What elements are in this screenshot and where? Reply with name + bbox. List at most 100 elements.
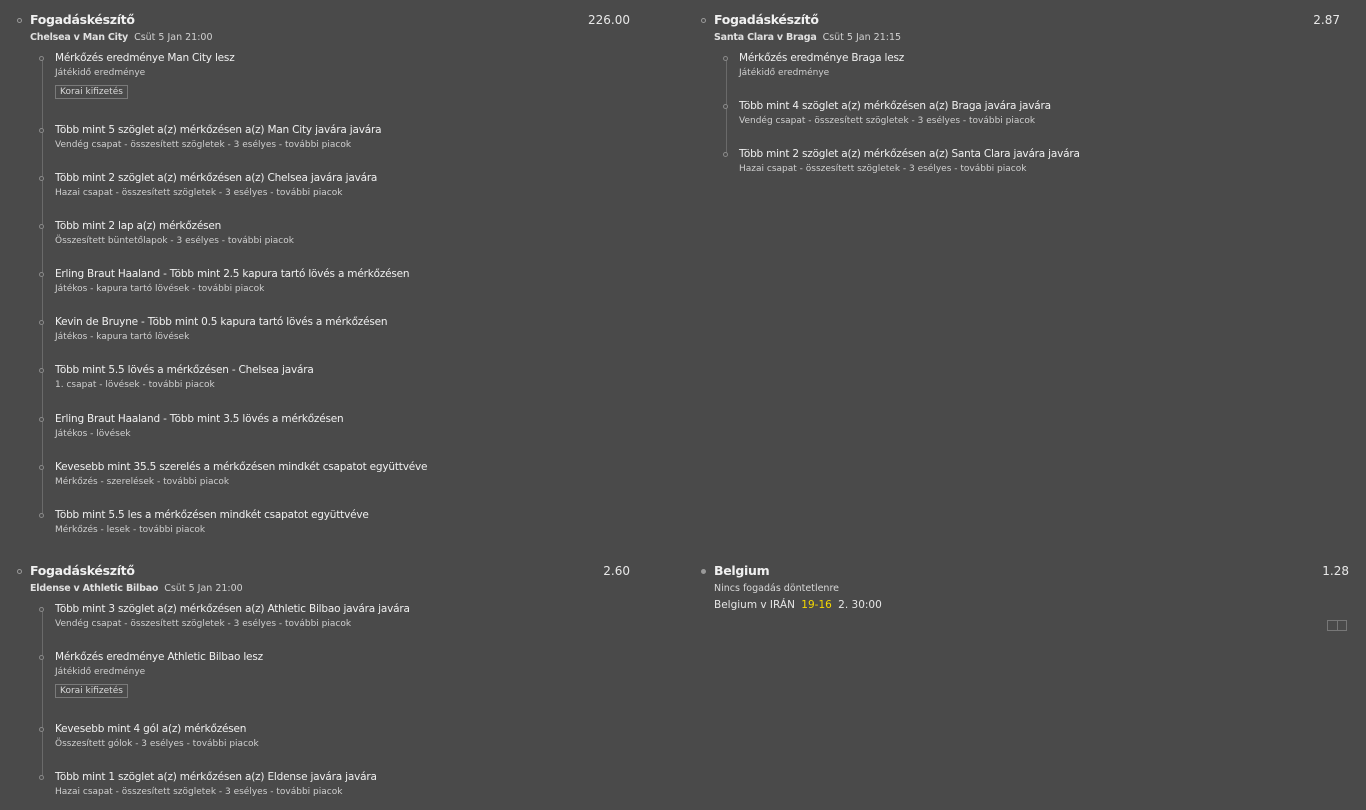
leg-item: Erling Braut Haaland - Több mint 3.5 löv… xyxy=(39,413,344,439)
leg-dot-icon xyxy=(39,775,44,780)
leg-dot-icon xyxy=(39,56,44,61)
leg-dot-icon xyxy=(723,152,728,157)
leg-market: Vendég csapat - összesített szögletek - … xyxy=(739,116,1036,126)
bet-card-1[interactable]: Fogadáskészítő 226.00 Chelsea v Man City… xyxy=(17,12,630,540)
leg-market: Játékidő eredménye xyxy=(55,667,146,677)
leg-item: Több mint 3 szöglet a(z) mérkőzésen a(z)… xyxy=(39,603,410,629)
leg-market: 1. csapat - lövések - további piacok xyxy=(55,380,215,390)
match-time: Csüt 5 Jan 21:00 xyxy=(134,32,213,43)
leg-market: Hazai csapat - összesített szögletek - 3… xyxy=(55,787,343,797)
leg-dot-icon xyxy=(39,272,44,277)
card-status-dot xyxy=(17,18,22,23)
leg-market: Játékos - lövések xyxy=(55,429,131,439)
leg-item: Több mint 5.5 les a mérkőzésen mindkét c… xyxy=(39,509,369,535)
leg-market: Hazai csapat - összesített szögletek - 3… xyxy=(55,188,343,198)
card-status-dot xyxy=(701,18,706,23)
leg-name: Több mint 5.5 les a mérkőzésen mindkét c… xyxy=(55,509,369,521)
leg-market: Vendég csapat - összesített szögletek - … xyxy=(55,619,352,629)
leg-market: Összesített büntetőlapok - 3 esélyes - t… xyxy=(55,236,294,246)
leg-dot-icon xyxy=(39,465,44,470)
leg-name: Több mint 2 szöglet a(z) mérkőzésen a(z)… xyxy=(739,148,1080,160)
leg-name: Mérkőzés eredménye Man City lesz xyxy=(55,52,235,64)
card-odds: 226.00 xyxy=(588,13,630,27)
leg-name: Kevin de Bruyne - Több mint 0.5 kapura t… xyxy=(55,316,388,328)
leg-dot-icon xyxy=(39,368,44,373)
leg-dot-icon xyxy=(39,320,44,325)
leg-item: Kevin de Bruyne - Több mint 0.5 kapura t… xyxy=(39,316,388,342)
match-period: 2. 30:00 xyxy=(838,599,882,611)
match-name: Chelsea v Man City xyxy=(30,32,129,43)
match-time: Csüt 5 Jan 21:00 xyxy=(164,583,243,594)
match-time: Csüt 5 Jan 21:15 xyxy=(822,32,902,43)
leg-market: Játékidő eredménye xyxy=(739,68,830,78)
bet-card-4[interactable]: Belgium 1.28 Nincs fogadás döntetlenre B… xyxy=(701,563,1349,638)
leg-market: Játékidő eredménye xyxy=(55,68,146,78)
timeline-line xyxy=(42,58,43,516)
match-name: Belgium v IRÁN xyxy=(714,599,795,611)
leg-name: Több mint 1 szöglet a(z) mérkőzésen a(z)… xyxy=(55,771,377,783)
match-info: Santa Clara v Braga Csüt 5 Jan 21:15 xyxy=(714,32,901,43)
leg-name: Több mint 4 szöglet a(z) mérkőzésen a(z)… xyxy=(739,100,1051,112)
leg-name: Kevesebb mint 4 gól a(z) mérkőzésen xyxy=(55,723,247,735)
leg-market: Mérkőzés - szerelések - további piacok xyxy=(55,477,230,487)
card-title: Belgium xyxy=(714,563,770,578)
leg-item: Több mint 5.5 lövés a mérkőzésen - Chels… xyxy=(39,364,314,390)
leg-name: Több mint 3 szöglet a(z) mérkőzésen a(z)… xyxy=(55,603,410,615)
leg-name: Több mint 2 szöglet a(z) mérkőzésen a(z)… xyxy=(55,172,378,184)
leg-market: Játékos - kapura tartó lövések - további… xyxy=(55,284,265,294)
leg-name: Több mint 5.5 lövés a mérkőzésen - Chels… xyxy=(55,364,314,376)
leg-name: Mérkőzés eredménye Braga lesz xyxy=(739,52,905,64)
card-title: Fogadáskészítő xyxy=(714,12,819,27)
leg-market: Hazai csapat - összesített szögletek - 3… xyxy=(739,164,1027,174)
match-info: Eldense v Athletic Bilbao Csüt 5 Jan 21:0… xyxy=(30,583,243,594)
leg-market: Mérkőzés - lesek - további piacok xyxy=(55,525,206,535)
leg-item: Több mint 5 szöglet a(z) mérkőzésen a(z)… xyxy=(39,124,382,150)
card-odds: 1.28 xyxy=(1322,564,1349,578)
leg-name: Erling Braut Haaland - Több mint 3.5 löv… xyxy=(55,413,344,425)
leg-item: Kevesebb mint 35.5 szerelés a mérkőzésen… xyxy=(39,461,428,487)
bet-card-3[interactable]: Fogadáskészítő 2.60 Eldense v Athletic B… xyxy=(17,563,630,803)
leg-name: Több mint 5 szöglet a(z) mérkőzésen a(z)… xyxy=(55,124,382,136)
leg-item: Mérkőzés eredménye Athletic Bilbao lesz … xyxy=(39,651,263,698)
leg-market: Összesített gólok - 3 esélyes - további … xyxy=(55,739,259,749)
match-name: Eldense v Athletic Bilbao xyxy=(30,583,159,594)
leg-item: Több mint 2 szöglet a(z) mérkőzésen a(z)… xyxy=(39,172,378,198)
leg-dot-icon xyxy=(39,655,44,660)
leg-item: Mérkőzés eredménye Man City lesz Játékid… xyxy=(39,52,235,99)
leg-dot-icon xyxy=(39,417,44,422)
leg-dot-icon xyxy=(39,513,44,518)
match-tracker-icon[interactable] xyxy=(1327,620,1347,631)
leg-item: Kevesebb mint 4 gól a(z) mérkőzésen Össz… xyxy=(39,723,259,749)
leg-dot-icon xyxy=(39,128,44,133)
leg-dot-icon xyxy=(39,727,44,732)
card-odds: 2.87 xyxy=(1313,13,1340,27)
leg-item: Több mint 2 szöglet a(z) mérkőzésen a(z)… xyxy=(723,148,1080,174)
leg-dot-icon xyxy=(723,104,728,109)
card-title: Fogadáskészítő xyxy=(30,12,135,27)
leg-dot-icon xyxy=(39,176,44,181)
leg-item: Erling Braut Haaland - Több mint 2.5 kap… xyxy=(39,268,410,294)
leg-dot-icon xyxy=(723,56,728,61)
leg-market: Vendég csapat - összesített szögletek - … xyxy=(55,140,352,150)
early-payout-badge: Korai kifizetés xyxy=(55,684,128,698)
leg-item: Mérkőzés eredménye Braga lesz Játékidő e… xyxy=(723,52,905,78)
leg-market: Játékos - kapura tartó lövések xyxy=(55,332,190,342)
leg-dot-icon xyxy=(39,224,44,229)
leg-name: Kevesebb mint 35.5 szerelés a mérkőzésen… xyxy=(55,461,428,473)
match-name: Santa Clara v Braga xyxy=(714,32,817,43)
timeline-line xyxy=(42,607,43,779)
early-payout-badge: Korai kifizetés xyxy=(55,85,128,99)
live-score-line: Belgium v IRÁN 19-16 2. 30:00 xyxy=(714,599,882,611)
leg-item: Több mint 1 szöglet a(z) mérkőzésen a(z)… xyxy=(39,771,377,797)
leg-name: Mérkőzés eredménye Athletic Bilbao lesz xyxy=(55,651,263,663)
leg-name: Erling Braut Haaland - Több mint 2.5 kap… xyxy=(55,268,410,280)
card-status-dot xyxy=(17,569,22,574)
live-status-dot xyxy=(701,569,706,574)
live-score: 19-16 xyxy=(801,599,832,611)
card-odds: 2.60 xyxy=(603,564,630,578)
leg-name: Több mint 2 lap a(z) mérkőzésen xyxy=(55,220,222,232)
leg-dot-icon xyxy=(39,607,44,612)
leg-item: Több mint 4 szöglet a(z) mérkőzésen a(z)… xyxy=(723,100,1051,126)
leg-item: Több mint 2 lap a(z) mérkőzésen Összesít… xyxy=(39,220,294,246)
bet-card-2[interactable]: Fogadáskészítő 2.87 Santa Clara v Braga C… xyxy=(701,12,1340,182)
